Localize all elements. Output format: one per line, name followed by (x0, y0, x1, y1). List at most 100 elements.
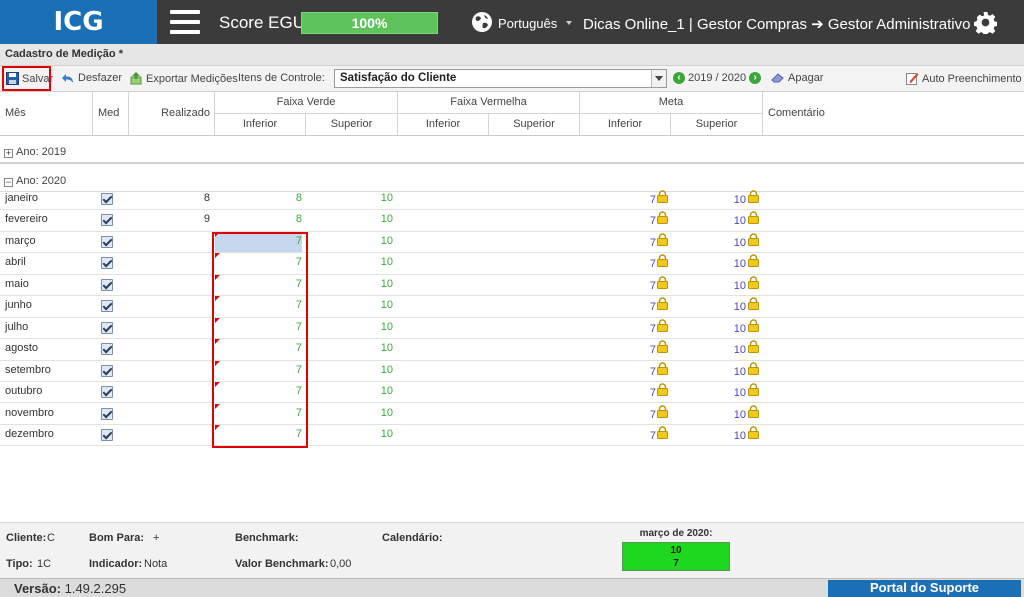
med-checkbox[interactable] (101, 300, 113, 313)
table-row[interactable]: maio 7 10 7 10 (0, 274, 1024, 298)
col-verde-superior[interactable]: Superior (306, 114, 398, 136)
med-checkbox[interactable] (101, 343, 113, 356)
menu-icon[interactable] (170, 10, 200, 34)
tipo-value: 1C (37, 558, 52, 570)
med-checkbox[interactable] (101, 257, 113, 270)
verde-superior-cell[interactable]: 10 (306, 256, 393, 276)
med-checkbox[interactable] (101, 214, 113, 227)
col-vermelha-inferior[interactable]: Inferior (398, 114, 489, 136)
realizado-cell[interactable] (130, 235, 210, 255)
col-med[interactable]: Med (93, 92, 129, 136)
verde-superior-cell[interactable]: 10 (306, 407, 393, 427)
med-checkbox[interactable] (101, 364, 113, 377)
bom-para-label: Bom Para: (89, 532, 145, 544)
med-checkbox[interactable] (101, 321, 113, 334)
col-verde-inferior[interactable]: Inferior (215, 114, 306, 136)
lock-icon (657, 340, 668, 354)
lock-icon (657, 233, 668, 246)
undo-button[interactable]: Desfazer (61, 72, 122, 84)
table-row[interactable]: março 7 10 7 10 (0, 231, 1024, 255)
col-vermelha-superior[interactable]: Superior (489, 114, 580, 136)
verde-superior-cell[interactable]: 10 (306, 278, 393, 298)
verde-superior-cell[interactable]: 10 (306, 342, 393, 362)
table-row[interactable]: agosto 7 10 7 10 (0, 339, 1024, 362)
score-label: Score EGU: (219, 13, 310, 32)
collapse-icon[interactable]: − (4, 178, 13, 187)
table-row[interactable]: novembro 7 10 7 10 (0, 403, 1024, 427)
med-checkbox[interactable] (101, 193, 113, 205)
col-realizado[interactable]: Realizado (129, 92, 215, 136)
year-group-2019[interactable]: + Ano: 2019 (0, 141, 1024, 163)
lock-icon (657, 211, 668, 225)
gear-icon[interactable] (974, 11, 997, 34)
realizado-cell[interactable]: 8 (130, 192, 210, 212)
app-logo[interactable]: ICG (0, 0, 157, 44)
month-cell: dezembro (5, 427, 54, 440)
verde-superior-cell[interactable]: 10 (306, 428, 393, 448)
month-cell: maio (5, 277, 29, 290)
verde-inferior-cell[interactable]: 8 (215, 213, 302, 233)
verde-superior-cell[interactable]: 10 (306, 235, 393, 255)
chevron-down-icon[interactable] (566, 21, 572, 25)
lock-icon (657, 190, 668, 203)
lock-icon (748, 383, 759, 397)
med-checkbox[interactable] (101, 386, 113, 399)
verde-superior-cell[interactable]: 10 (306, 321, 393, 341)
month-cell: outubro (5, 385, 43, 398)
auto-fill-button[interactable]: Auto Preenchimento (906, 72, 1022, 85)
meta-inferior-cell: 7 (649, 429, 656, 442)
realizado-cell[interactable] (130, 256, 210, 276)
globe-icon[interactable] (471, 11, 493, 33)
realizado-cell[interactable] (130, 321, 210, 341)
month-cell: julho (5, 320, 29, 333)
period-nav: ‹ 2019 / 2020 › (673, 72, 762, 84)
med-checkbox[interactable] (101, 407, 113, 420)
prev-period-icon[interactable]: ‹ (673, 72, 685, 84)
med-checkbox[interactable] (101, 278, 113, 291)
verde-inferior-cell[interactable]: 8 (215, 192, 302, 212)
export-label: Exportar Medições (146, 72, 238, 85)
verde-superior-cell[interactable]: 10 (306, 213, 393, 233)
realizado-cell[interactable]: 9 (130, 213, 210, 233)
table-row[interactable]: setembro 7 10 7 10 (0, 360, 1024, 384)
realizado-cell[interactable] (130, 428, 210, 448)
support-portal-button[interactable]: Portal do Suporte (828, 580, 1021, 597)
chevron-down-icon[interactable] (651, 70, 666, 87)
col-meta-inferior[interactable]: Inferior (580, 114, 671, 136)
user-context[interactable]: Dicas Online_1 | Gestor Compras ➔ Gestor… (583, 15, 970, 33)
realizado-cell[interactable] (130, 364, 210, 384)
auto-fill-label: Auto Preenchimento (922, 72, 1022, 85)
table-row[interactable]: fevereiro 9 8 10 7 10 (0, 210, 1024, 233)
lock-icon (657, 404, 668, 418)
realizado-cell[interactable] (130, 278, 210, 298)
delete-button[interactable]: Apagar (771, 72, 823, 84)
verde-superior-cell[interactable]: 10 (306, 385, 393, 405)
table-row[interactable]: abril 7 10 7 10 (0, 253, 1024, 276)
table-row[interactable]: dezembro 7 10 7 10 (0, 424, 1024, 448)
verde-superior-cell[interactable]: 10 (306, 299, 393, 319)
next-period-icon[interactable]: › (749, 72, 762, 84)
col-mes[interactable]: Mês (0, 92, 93, 136)
col-meta-superior[interactable]: Superior (671, 114, 763, 136)
col-comentario[interactable]: Comentário (763, 92, 1024, 136)
export-button[interactable]: Exportar Medições (129, 72, 238, 85)
table-row[interactable]: outubro 7 10 7 10 (0, 382, 1024, 405)
realizado-cell[interactable] (130, 385, 210, 405)
table-row[interactable]: janeiro 8 8 10 7 10 (0, 189, 1024, 212)
control-item-select[interactable]: Satisfação do Cliente (334, 69, 667, 88)
verde-superior-cell[interactable]: 10 (306, 192, 393, 212)
lock-icon (748, 361, 759, 375)
realizado-cell[interactable] (130, 407, 210, 427)
top-bar: ICG Score EGU: 100% Português Dicas Onli… (0, 0, 1024, 44)
language-selector[interactable]: Português (498, 16, 557, 31)
tipo-label: Tipo: (6, 558, 33, 570)
med-checkbox[interactable] (101, 235, 113, 248)
realizado-cell[interactable] (130, 299, 210, 319)
table-row[interactable]: julho 7 10 7 10 (0, 317, 1024, 341)
month-cell: fevereiro (5, 213, 48, 226)
verde-superior-cell[interactable]: 10 (306, 364, 393, 384)
med-checkbox[interactable] (101, 428, 113, 441)
expand-icon[interactable]: + (4, 149, 13, 158)
table-row[interactable]: junho 7 10 7 10 (0, 296, 1024, 319)
realizado-cell[interactable] (130, 342, 210, 362)
